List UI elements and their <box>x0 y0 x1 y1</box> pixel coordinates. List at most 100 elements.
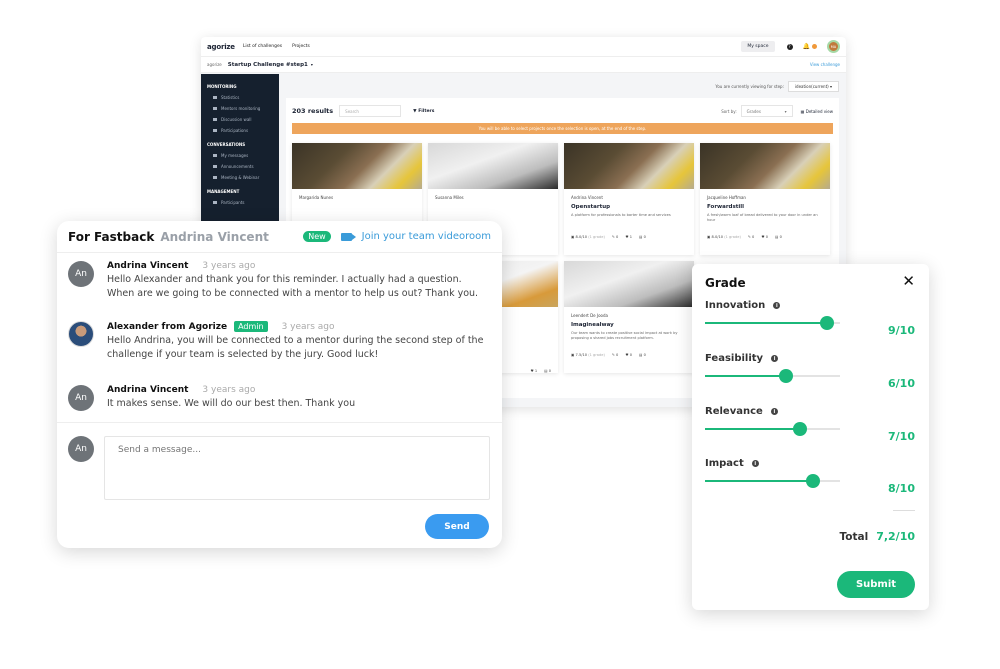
total-label: Total <box>839 530 869 543</box>
filters-label: Filters <box>418 108 435 114</box>
sort-label: Sort by: <box>721 108 737 114</box>
slider-thumb[interactable] <box>792 422 807 436</box>
top-nav: agorize List of challenges Projects My s… <box>201 37 846 57</box>
join-videoroom-link[interactable]: Join your team videoroom <box>362 231 491 242</box>
grade-slider[interactable] <box>705 316 840 330</box>
submit-button[interactable]: Submit <box>837 571 915 598</box>
info-icon[interactable]: i <box>751 460 759 467</box>
message-time: 3 years ago <box>202 261 256 271</box>
card-title: Openstartup <box>571 204 611 210</box>
criterion-label: Impact i <box>705 458 915 469</box>
card-title: Forwardstill <box>707 204 745 210</box>
grade-slider[interactable] <box>705 369 840 383</box>
grade-stat: ▣ 7.5/10 (1 grade) <box>571 353 605 357</box>
card-title: Imaginealway <box>571 322 614 328</box>
grade-slider[interactable] <box>705 422 840 436</box>
grade-title: Grade <box>705 276 746 290</box>
project-card[interactable]: Leendert De Jooda Imaginealway Our team … <box>564 261 694 373</box>
my-space-button[interactable]: My space <box>741 41 775 52</box>
avatar: An <box>68 385 94 411</box>
new-badge: New <box>303 231 331 242</box>
grade-stat: ▣ 8.0/10 (1 grade) <box>707 235 741 239</box>
like-stat: ♥ 1 <box>530 369 538 373</box>
sidebar-item-meeting-webinar[interactable]: Meeting & Webinar <box>201 172 279 183</box>
avatar: An <box>68 436 94 462</box>
notification-badge <box>812 44 817 49</box>
info-icon[interactable]: i <box>771 355 779 362</box>
message-author: Alexander from Agorize <box>107 321 228 332</box>
sort-value: Grades <box>746 109 761 114</box>
sidebar-item-label: My messages <box>221 153 249 158</box>
slider-thumb[interactable] <box>779 369 793 383</box>
sidebar-item-announcements[interactable]: Announcements <box>201 161 279 172</box>
chevron-down-icon[interactable]: ▾ <box>311 62 313 67</box>
sort-select[interactable]: Grades ▾ <box>740 105 793 117</box>
nav-projects[interactable]: Projects <box>292 44 310 49</box>
criterion-label: Relevance i <box>705 406 915 417</box>
card-author: Jacqueline Hoffman <box>707 195 746 200</box>
criterion-score: 8/10 <box>888 482 915 495</box>
messages-icon <box>213 154 217 157</box>
sub-logo: agorize <box>207 62 222 67</box>
sidebar-section-conversations: CONVERSATIONS <box>207 142 246 147</box>
close-icon[interactable]: ✕ <box>902 272 915 290</box>
nav-list-of-challenges[interactable]: List of challenges <box>243 44 282 49</box>
card-description: Our team wants to create positive social… <box>571 331 678 340</box>
card-stats: ▣ 8.0/10 (1 grade) ✎ 0 ♥ 0 ▤ 0 <box>707 235 823 239</box>
message-input[interactable] <box>104 436 490 500</box>
slider-thumb[interactable] <box>806 474 820 488</box>
card-author: Leendert De Jooda <box>571 313 608 318</box>
step-value: ideation(current) <box>794 83 829 89</box>
card-description: A platform for professionals to barter t… <box>571 213 671 217</box>
sidebar-item-participants[interactable]: Participants <box>201 197 279 208</box>
mentor-stat: ✎ 0 <box>747 235 755 239</box>
user-avatar[interactable]: MA <box>827 40 840 53</box>
slider-thumb[interactable] <box>819 316 834 330</box>
criterion-relevance: Relevance i 7/10 <box>705 406 915 443</box>
sidebar-item-label: Discussion wall <box>221 117 252 122</box>
sidebar-item-mentors-monitoring[interactable]: Mentors monitoring <box>201 103 279 114</box>
total-row: Total 7,2/10 <box>840 530 916 543</box>
mentor-stat: ✎ 0 <box>611 353 619 357</box>
grade-slider[interactable] <box>705 474 840 488</box>
file-icon <box>213 129 217 132</box>
chat-title: For Fastback <box>68 229 155 244</box>
like-stat: ♥ 0 <box>761 235 769 239</box>
sidebar-section-management: MANAGEMENT <box>207 189 240 194</box>
send-button[interactable]: Send <box>425 514 489 539</box>
detailed-view-toggle[interactable]: ▦ Detailed view <box>801 109 833 114</box>
sidebar-item-label: Participants <box>221 200 245 205</box>
sidebar-item-my-messages[interactable]: My messages <box>201 150 279 161</box>
grade-panel: Grade ✕ Innovation i 9/10 Feasibility i 6/10 R… <box>692 264 929 610</box>
info-icon[interactable]: i <box>770 408 778 415</box>
card-author: Margarida Nunes <box>299 195 334 200</box>
message-author: Andrina Vincent <box>107 261 189 271</box>
sidebar-item-discussion-wall[interactable]: Discussion wall <box>201 114 279 125</box>
search-input[interactable]: Search <box>339 105 402 117</box>
info-icon[interactable]: i <box>773 302 781 309</box>
project-card[interactable]: Jacqueline Hoffman Forwardstill A fresh/… <box>700 143 830 255</box>
sidebar-item-label: Mentors monitoring <box>221 106 261 111</box>
message-time: 3 years ago <box>281 321 335 332</box>
selection-info-banner: You will be able to select projects once… <box>292 123 833 134</box>
message-author: Andrina Vincent <box>107 385 189 395</box>
detailed-view-label: Detailed view <box>805 108 833 114</box>
project-image <box>564 261 694 307</box>
challenge-title[interactable]: Startup Challenge #step1 <box>228 62 308 68</box>
agorize-logo[interactable]: agorize <box>207 43 235 51</box>
view-challenge-link[interactable]: View challenge <box>810 62 840 67</box>
help-icon[interactable]: ? <box>786 43 793 50</box>
video-camera-icon[interactable] <box>340 232 356 241</box>
results-toolbar: 203 results Search ▼ Filters Sort by: Gr… <box>292 104 833 118</box>
step-select[interactable]: ideation(current) ▾ <box>787 80 839 92</box>
user-icon <box>213 201 217 204</box>
sidebar-item-participations[interactable]: Participations <box>201 125 279 136</box>
bell-icon[interactable]: 🔔 <box>803 43 810 50</box>
project-card[interactable]: Andrina Vincent Openstartup A platform f… <box>564 143 694 255</box>
sidebar-item-statistics[interactable]: Statistics <box>201 92 279 103</box>
slider-fill <box>705 322 827 324</box>
filters-button[interactable]: ▼ Filters <box>413 109 434 114</box>
admin-badge: Admin <box>234 321 268 332</box>
chat-message: Alexander from Agorize Admin 3 years ago H… <box>57 321 502 362</box>
criterion-impact: Impact i 8/10 <box>705 458 915 495</box>
